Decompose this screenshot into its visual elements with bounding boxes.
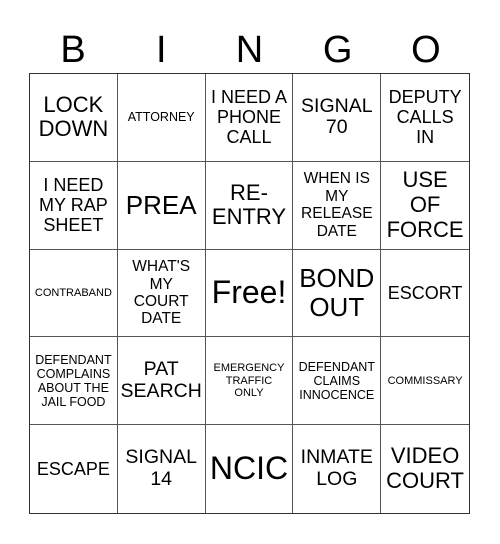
bingo-cell[interactable]: EMERGENCY TRAFFIC ONLY bbox=[205, 337, 294, 426]
bingo-cell[interactable]: INMATE LOG bbox=[293, 425, 382, 513]
bingo-cell[interactable]: SIGNAL 14 bbox=[118, 425, 206, 513]
header-letter-o: O bbox=[411, 29, 441, 71]
bingo-cell[interactable]: ESCORT bbox=[381, 250, 469, 338]
bingo-cell[interactable]: I NEED A PHONE CALL bbox=[205, 74, 294, 162]
bingo-cell[interactable]: CONTRABAND bbox=[30, 249, 118, 338]
free-space[interactable]: Free! bbox=[205, 249, 294, 338]
bingo-cell[interactable]: BOND OUT bbox=[293, 249, 382, 338]
bingo-cell[interactable]: COMMISSARY bbox=[381, 337, 469, 426]
bingo-cell[interactable]: NCIC bbox=[206, 425, 294, 513]
bingo-grid: LOCK DOWN ATTORNEY I NEED A PHONE CALL S… bbox=[29, 73, 470, 514]
bingo-cell[interactable]: ESCAPE bbox=[30, 425, 118, 513]
header-letter-i: I bbox=[156, 29, 167, 71]
header-letter-n: N bbox=[235, 29, 264, 71]
bingo-cell[interactable]: USE OF FORCE bbox=[381, 162, 469, 250]
bingo-cell[interactable]: WHAT'S MY COURT DATE bbox=[117, 249, 206, 338]
bingo-cell[interactable]: PREA bbox=[117, 161, 206, 250]
bingo-cell[interactable]: SIGNAL 70 bbox=[293, 74, 382, 162]
header-letter-g: G bbox=[322, 29, 353, 71]
bingo-cell[interactable]: RE- ENTRY bbox=[205, 161, 294, 250]
bingo-cell[interactable]: PAT SEARCH bbox=[117, 337, 206, 426]
bingo-cell[interactable]: DEPUTY CALLS IN bbox=[381, 74, 469, 162]
bingo-cell[interactable]: DEFENDANT CLAIMS INNOCENCE bbox=[293, 337, 382, 426]
bingo-cell[interactable]: ATTORNEY bbox=[117, 74, 206, 162]
bingo-cell[interactable]: DEFENDANT COMPLAINS ABOUT THE JAIL FOOD bbox=[30, 337, 118, 426]
bingo-cell[interactable]: I NEED MY RAP SHEET bbox=[30, 161, 118, 250]
bingo-cell[interactable]: VIDEO COURT bbox=[381, 425, 469, 513]
bingo-cell[interactable]: LOCK DOWN bbox=[30, 74, 118, 162]
header-letter-b: B bbox=[60, 29, 86, 71]
bingo-header: B I N G O bbox=[29, 28, 470, 72]
bingo-cell[interactable]: WHEN IS MY RELEASE DATE bbox=[293, 161, 382, 250]
